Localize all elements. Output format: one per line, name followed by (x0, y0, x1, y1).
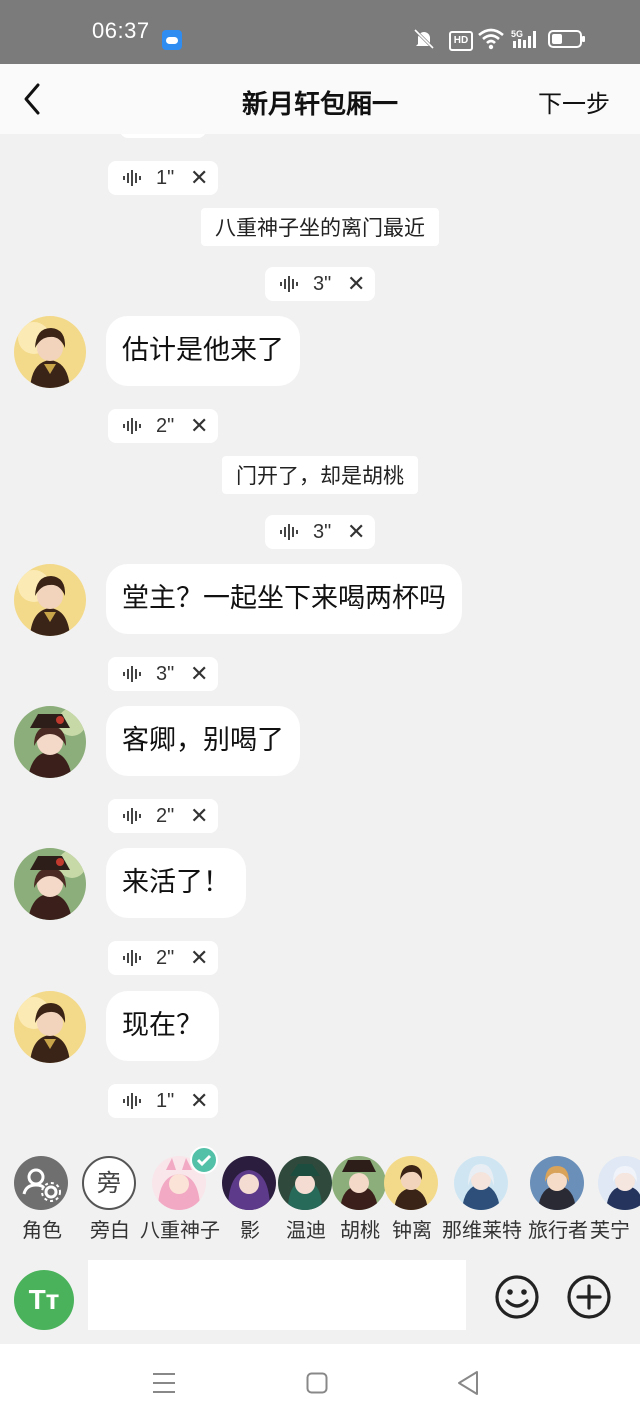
traveler-avatar-image (530, 1156, 584, 1210)
remove-voice-icon[interactable]: ✕ (190, 662, 208, 687)
character-label: 芙宁 (590, 1218, 630, 1242)
zhongli-avatar-image (14, 564, 86, 636)
app-header: 新月轩包厢一 下一步 (0, 64, 640, 134)
narrator-icon: 旁 (82, 1156, 136, 1210)
remove-voice-icon[interactable]: ✕ (190, 414, 208, 439)
voice-pill[interactable]: 3" ✕ (265, 267, 375, 301)
voice-duration: 2" (156, 804, 175, 827)
hd-icon: HD (449, 31, 473, 51)
remove-voice-icon[interactable]: ✕ (347, 272, 365, 297)
zhongli-avatar-image (384, 1156, 438, 1210)
voice-pill[interactable]: 1" ✕ (108, 161, 218, 195)
voice-pill[interactable]: 1" ✕ (108, 1084, 218, 1118)
message-bubble[interactable]: 来活了！ (106, 848, 246, 918)
audio-wave-icon (123, 170, 141, 186)
voice-pill[interactable]: 2" ✕ (108, 409, 218, 443)
audio-wave-icon (280, 276, 298, 292)
recent-apps-icon[interactable] (152, 1372, 176, 1394)
voice-pill[interactable]: 2" ✕ (108, 799, 218, 833)
audio-wave-icon (123, 418, 141, 434)
audio-wave-icon (123, 808, 141, 824)
narration-text: 门开了，却是胡桃 (222, 456, 418, 494)
zhongli-avatar-image (14, 991, 86, 1063)
home-icon[interactable] (306, 1372, 328, 1394)
battery-icon (548, 30, 585, 48)
hutao-avatar-image (14, 848, 86, 920)
text-style-button[interactable]: Tт (14, 1270, 74, 1330)
narration-line: 八重神子坐的离门最近 (0, 208, 640, 246)
network-type-label: 5G (511, 29, 523, 39)
audio-wave-icon (280, 524, 298, 540)
voice-duration: 1" (156, 1089, 175, 1112)
avatar-zhongli[interactable] (14, 564, 86, 636)
message-bubble[interactable]: 客卿，别喝了 (106, 706, 300, 776)
furina-avatar-image (598, 1156, 640, 1210)
selected-check-icon (190, 1146, 218, 1174)
avatar-hutao[interactable] (14, 848, 86, 920)
voice-pill[interactable]: 2" ✕ (108, 941, 218, 975)
narration-line: 门开了，却是胡桃 (0, 456, 640, 494)
next-step-button[interactable]: 下一步 (538, 84, 610, 119)
voice-pill[interactable]: 3" ✕ (108, 657, 218, 691)
avatar-zhongli[interactable] (14, 991, 86, 1063)
message-input[interactable] (88, 1260, 466, 1330)
nav-back-icon[interactable] (456, 1370, 480, 1396)
cellular-signal-icon: 5G (511, 29, 536, 48)
voice-duration: 3" (313, 520, 332, 543)
remove-voice-icon[interactable]: ✕ (190, 804, 208, 829)
remove-voice-icon[interactable]: ✕ (347, 520, 365, 545)
remove-voice-icon[interactable]: ✕ (190, 946, 208, 971)
add-icon[interactable] (566, 1274, 612, 1320)
hutao-avatar-image (14, 706, 86, 778)
voice-duration: 2" (156, 414, 175, 437)
neuvillette-avatar-image (454, 1156, 508, 1210)
avatar-zhongli[interactable] (14, 316, 86, 388)
status-bar: 06:37 HD 5G (0, 0, 640, 64)
status-time: 06:37 (92, 18, 150, 43)
system-nav-bar (0, 1344, 640, 1423)
remove-voice-icon[interactable]: ✕ (190, 1089, 208, 1114)
message-bubble[interactable]: 堂主？一起坐下来喝两杯吗 (106, 564, 462, 634)
character-selector[interactable]: 角色 旁 旁白 八重神子 影 温迪 胡桃 钟离 那维莱特 旅行者 芙宁 (0, 1128, 640, 1246)
message-bubble[interactable]: 估计是他来了 (106, 316, 300, 386)
voice-duration: 1" (156, 166, 175, 189)
venti-avatar-image (278, 1156, 332, 1210)
voice-duration: 2" (156, 946, 175, 969)
narration-text: 八重神子坐的离门最近 (201, 208, 439, 246)
composer-bar: Tт (0, 1246, 640, 1344)
message-bubble[interactable]: 现在？ (106, 991, 219, 1061)
raiden-avatar-image (222, 1156, 276, 1210)
voice-pill[interactable]: 3" ✕ (265, 515, 375, 549)
avatar-hutao[interactable] (14, 706, 86, 778)
emoji-icon[interactable] (494, 1274, 540, 1320)
hutao-avatar-image (332, 1156, 386, 1210)
weather-icon (162, 30, 182, 50)
mute-bell-icon (413, 28, 435, 50)
partial-bubble (120, 134, 206, 138)
voice-duration: 3" (313, 272, 332, 295)
role-settings-icon (14, 1156, 68, 1210)
audio-wave-icon (123, 1093, 141, 1109)
wifi-icon (478, 28, 504, 50)
chat-area[interactable]: 1" ✕ 八重神子坐的离门最近 3" ✕ 估计是他来了 2" ✕ 门开了，却是胡… (0, 134, 640, 1128)
remove-voice-icon[interactable]: ✕ (190, 166, 208, 191)
zhongli-avatar-image (14, 316, 86, 388)
voice-duration: 3" (156, 662, 175, 685)
audio-wave-icon (123, 666, 141, 682)
audio-wave-icon (123, 950, 141, 966)
